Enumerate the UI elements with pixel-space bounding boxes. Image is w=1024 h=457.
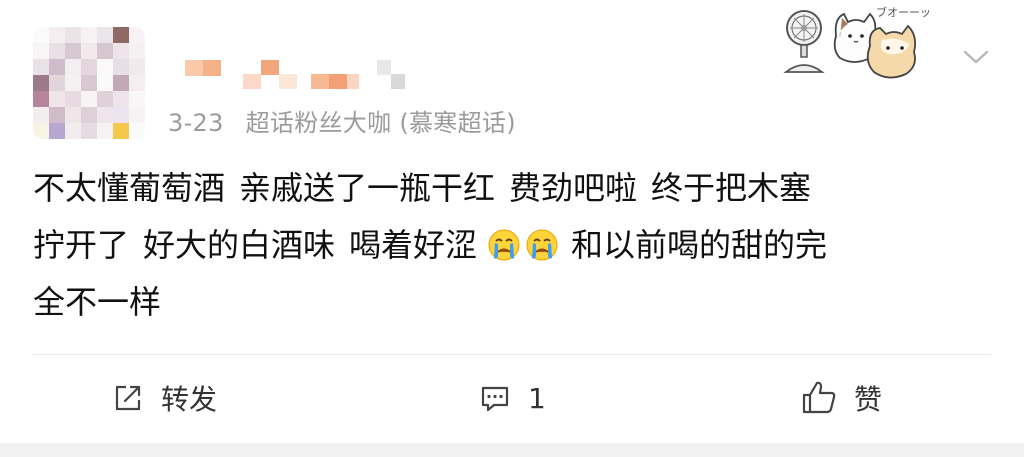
content-segment: 终于把木塞 [651,169,812,207]
content-segment: 拧开了 [33,226,130,264]
content-segment: 费劲吧啦 [509,169,638,207]
username[interactable] [185,60,405,90]
fan-cats-sticker: ブオーーッ [783,5,931,79]
crying-face-emoji-icon [488,229,520,261]
content-segment: 亲戚送了一瓶干红 [239,169,496,207]
bottom-separator [0,443,1024,457]
crying-face-emoji-icon [526,229,558,261]
content-line-1: 不太懂葡萄酒 亲戚送了一瓶干红 费劲吧啦 终于把木塞 [33,160,998,217]
content-line-3: 全不一样 [33,274,998,331]
content-line-2: 拧开了 好大的白酒味 喝着好涩 和以前喝的甜的完 [33,217,998,274]
like-label: 赞 [854,383,883,416]
comment-count: 1 [528,381,546,415]
content-segment: 喝着好涩 [349,226,478,264]
comment-button[interactable]: 1 [478,378,546,418]
post-content: 不太懂葡萄酒 亲戚送了一瓶干红 费劲吧啦 终于把木塞 拧开了 好大的白酒味 喝着好涩 和以… [33,160,998,331]
post-date: 3-23 [168,109,224,137]
content-segment: 好大的白酒味 [143,226,336,264]
share-icon [115,385,141,411]
content-segment: 全不一样 [33,283,162,321]
content-segment: 和以前喝的甜的完 [571,226,828,264]
post-meta: 3-23 超话粉丝大咖 (慕寒超话) [168,103,516,138]
share-label: 转发 [161,383,218,416]
divider [33,354,991,355]
thumbs-up-icon [802,381,836,414]
share-button[interactable]: 转发 [111,378,217,418]
like-button[interactable]: 赞 [800,378,882,418]
avatar[interactable] [33,27,145,139]
sticker-text: ブオーーッ [876,5,931,19]
weibo-post-card: 3-23 超话粉丝大咖 (慕寒超话) ブオーーッ 不太懂葡萄酒 亲戚送了一瓶干红… [0,0,1024,457]
comment-icon [481,386,509,412]
chevron-down-icon[interactable] [962,46,990,68]
content-segment: 不太懂葡萄酒 [33,169,226,207]
post-source[interactable]: 超话粉丝大咖 (慕寒超话) [246,109,516,137]
